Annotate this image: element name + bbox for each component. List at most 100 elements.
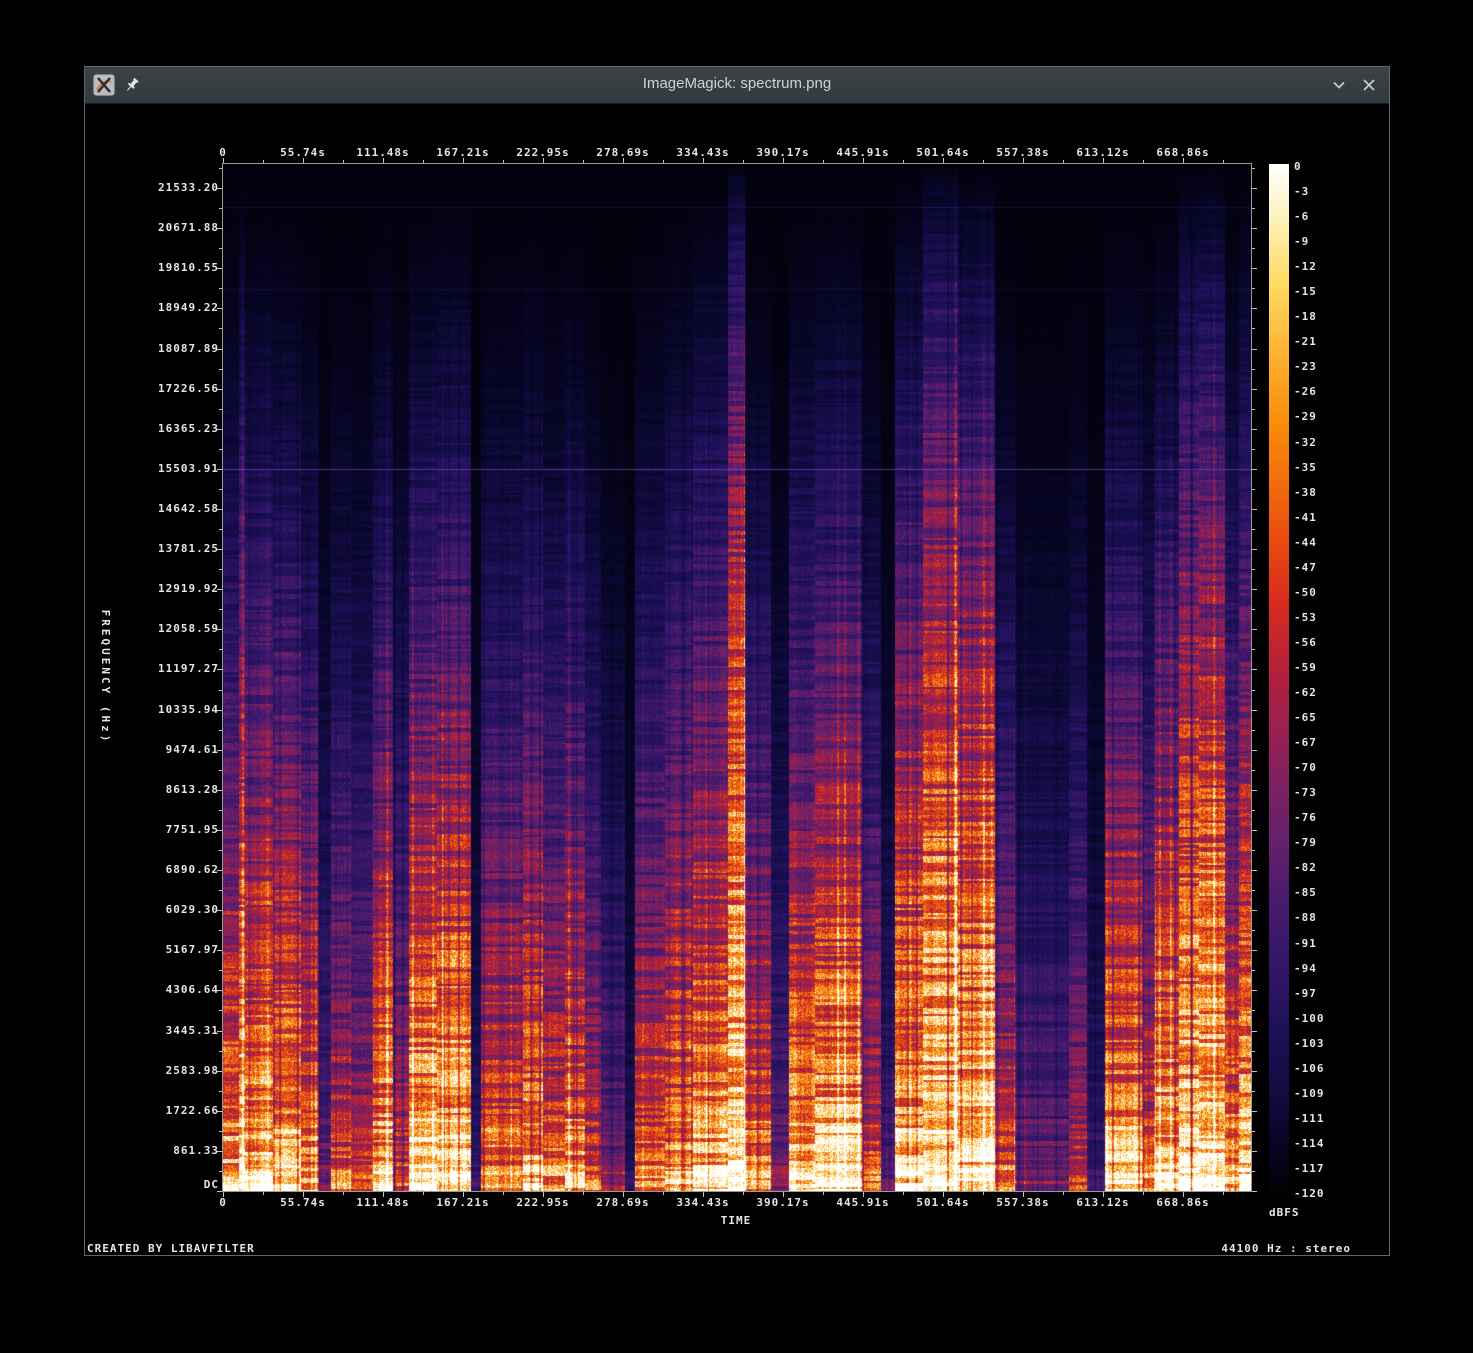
y-major-tick-right [1252,950,1257,951]
x-major-tick-bottom [463,1192,464,1197]
x-minor-tick-top [423,160,424,163]
y-major-tick-right [1252,469,1257,470]
colorbar-tick-label: -65 [1294,712,1317,724]
x-minor-tick-bottom [903,1192,904,1195]
colorbar-tick-label: -35 [1294,462,1317,474]
y-major-tick-right [1252,1191,1257,1192]
y-major-tick-right [1252,389,1257,390]
x-minor-tick-top [263,160,264,163]
y-tick-label: 3445.31 [85,1025,219,1037]
y-major-tick-right [1252,268,1257,269]
colorbar-tick-label: -15 [1294,286,1317,298]
y-tick-label: 19810.55 [85,262,219,274]
x-minor-tick-bottom [263,1192,264,1195]
y-minor-tick-left [219,690,222,691]
y-major-tick-right [1252,1151,1257,1152]
colorbar-tick-label: -82 [1294,862,1317,874]
y-minor-tick-right [1252,810,1255,811]
colorbar-tick-label: -23 [1294,361,1317,373]
y-minor-tick-right [1252,569,1255,570]
colorbar-tick-label: -47 [1294,562,1317,574]
x-minor-tick-bottom [1063,1192,1064,1195]
y-axis-title: FREQUENCY (Hz) [99,610,111,745]
title-bar[interactable]: ImageMagick: spectrum.png [85,67,1389,104]
y-major-tick-right [1252,910,1257,911]
y-minor-tick-right [1252,970,1255,971]
y-major-tick-right [1252,710,1257,711]
colorbar-tick-label: -73 [1294,787,1317,799]
x-minor-tick-top [823,160,824,163]
colorbar-tick-label: -38 [1294,487,1317,499]
colorbar-tick-label: -106 [1294,1063,1325,1075]
y-minor-tick-right [1252,328,1255,329]
x-major-tick-bottom [543,1192,544,1197]
y-major-tick-right [1252,509,1257,510]
y-major-tick-right [1252,429,1257,430]
x-tick-label-bottom: 557.38s [996,1197,1049,1209]
colorbar-tick-label: -79 [1294,837,1317,849]
x-minor-tick-bottom [1143,1192,1144,1195]
y-major-tick-right [1252,870,1257,871]
y-minor-tick-right [1252,208,1255,209]
colorbar-tick-label: -85 [1294,887,1317,899]
credit-text: CREATED BY LIBAVFILTER [87,1243,255,1255]
y-minor-tick-right [1252,1091,1255,1092]
y-minor-tick-right [1252,529,1255,530]
x-major-tick-bottom [623,1192,624,1197]
y-major-tick-right [1252,549,1257,550]
y-major-tick-left [217,1191,222,1192]
colorbar-tick-label: -109 [1294,1088,1325,1100]
y-major-tick-right [1252,990,1257,991]
shade-chevron-down-button[interactable] [1331,77,1347,93]
y-minor-tick-right [1252,1051,1255,1052]
y-minor-tick-right [1252,770,1255,771]
x-major-tick-top [303,158,304,163]
y-major-tick-right [1252,1111,1257,1112]
x-major-tick-bottom [383,1192,384,1197]
y-minor-tick-right [1252,449,1255,450]
x-minor-tick-bottom [583,1192,584,1195]
y-minor-tick-left [219,810,222,811]
colorbar-tick-label: -44 [1294,537,1317,549]
x-major-tick-bottom [863,1192,864,1197]
y-tick-label: 6029.30 [85,904,219,916]
colorbar-tick-label: -50 [1294,587,1317,599]
x-major-tick-bottom [943,1192,944,1197]
colorbar-tick-label: -120 [1294,1188,1325,1200]
x-minor-tick-top [1143,160,1144,163]
y-tick-label: 9474.61 [85,744,219,756]
colorbar-tick-label: -6 [1294,211,1309,223]
y-minor-tick-right [1252,609,1255,610]
y-tick-label: 2583.98 [85,1065,219,1077]
y-major-tick-right [1252,228,1257,229]
x-minor-tick-top [983,160,984,163]
x-tick-label-bottom: 390.17s [756,1197,809,1209]
x-minor-tick-top [583,160,584,163]
colorbar-tick-label: -103 [1294,1038,1325,1050]
y-tick-label: 20671.88 [85,222,219,234]
y-minor-tick-left [219,248,222,249]
colorbar-tick-label: -18 [1294,311,1317,323]
x-minor-tick-top [743,160,744,163]
y-minor-tick-right [1252,288,1255,289]
colorbar-tick-label: -26 [1294,386,1317,398]
colorbar-tick-label: -32 [1294,437,1317,449]
y-minor-tick-left [219,168,222,169]
y-minor-tick-right [1252,1131,1255,1132]
window-title: ImageMagick: spectrum.png [85,75,1389,92]
y-tick-label: 18949.22 [85,302,219,314]
y-minor-tick-left [219,1171,222,1172]
colorbar-tick-label: -59 [1294,662,1317,674]
spectrogram-image[interactable] [223,164,1251,1191]
y-minor-tick-left [219,208,222,209]
colorbar-tick-label: -100 [1294,1013,1325,1025]
x-major-tick-bottom [1183,1192,1184,1197]
y-minor-tick-left [219,529,222,530]
y-major-tick-right [1252,188,1257,189]
x-minor-tick-top [343,160,344,163]
colorbar-tick-label: -88 [1294,912,1317,924]
y-tick-label: 4306.64 [85,984,219,996]
y-tick-label: 16365.23 [85,423,219,435]
close-button[interactable] [1361,77,1377,93]
y-minor-tick-left [219,369,222,370]
